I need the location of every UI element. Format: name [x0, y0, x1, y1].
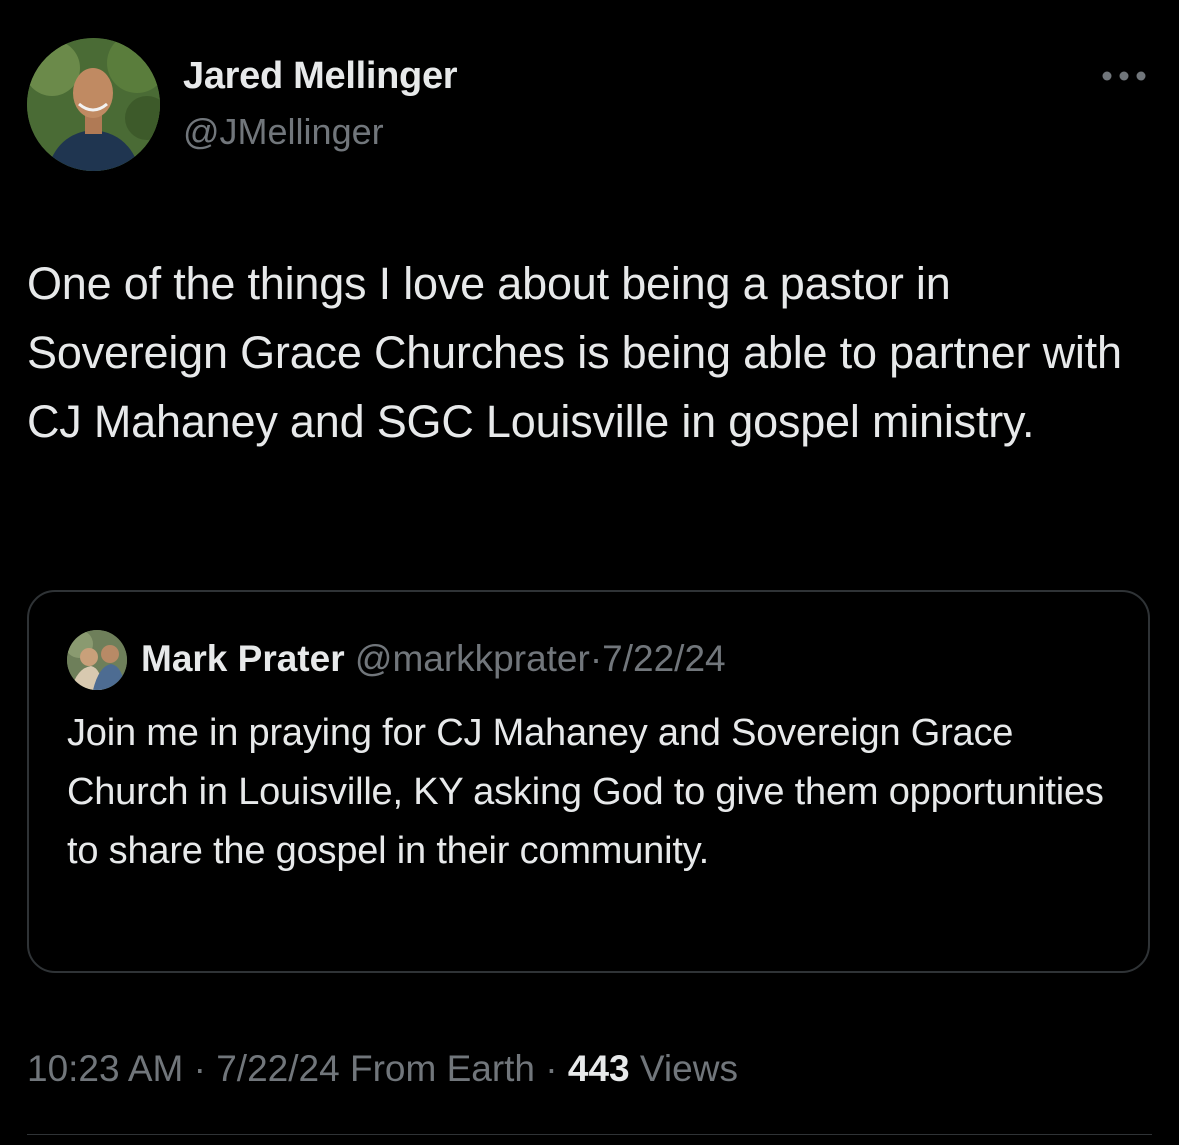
author-avatar[interactable]	[27, 38, 160, 171]
quoted-date[interactable]: 7/22/24	[602, 638, 725, 679]
tweet-source: From Earth	[349, 1048, 536, 1089]
quoted-tweet-card[interactable]: Mark Prater @markkprater·7/22/24 Join me…	[27, 590, 1150, 973]
views-label[interactable]: Views	[640, 1048, 738, 1089]
more-horizontal-icon	[1102, 71, 1146, 81]
author-avatar-image	[27, 38, 160, 171]
more-options-button[interactable]	[1101, 64, 1147, 88]
quoted-avatar-image	[67, 630, 127, 690]
tweet-date[interactable]: 7/22/24	[216, 1048, 339, 1089]
quoted-separator: ·	[589, 638, 603, 679]
meta-separator: ·	[193, 1048, 206, 1089]
tweet-text: One of the things I love about being a p…	[27, 258, 1122, 447]
tweet-time[interactable]: 10:23 AM	[27, 1048, 183, 1089]
author-handle[interactable]: @JMellinger	[183, 111, 384, 153]
tweet-meta: 10:23 AM · 7/22/24 From Earth · 443 View…	[27, 1048, 738, 1090]
views-count[interactable]: 443	[568, 1048, 630, 1089]
quoted-author-avatar[interactable]	[67, 630, 127, 690]
meta-separator: ·	[545, 1048, 558, 1089]
tweet: Jared Mellinger @JMellinger One of the t…	[0, 0, 1179, 1145]
quoted-author-handle[interactable]: @markkprater	[355, 638, 590, 679]
quoted-tweet-text: Join me in praying for CJ Mahaney and So…	[67, 712, 1104, 872]
quoted-author-name[interactable]: Mark Prater	[141, 638, 345, 679]
author-name[interactable]: Jared Mellinger	[183, 55, 458, 98]
divider	[27, 1134, 1152, 1135]
quoted-tweet-header: Mark Prater @markkprater·7/22/24	[141, 638, 726, 680]
